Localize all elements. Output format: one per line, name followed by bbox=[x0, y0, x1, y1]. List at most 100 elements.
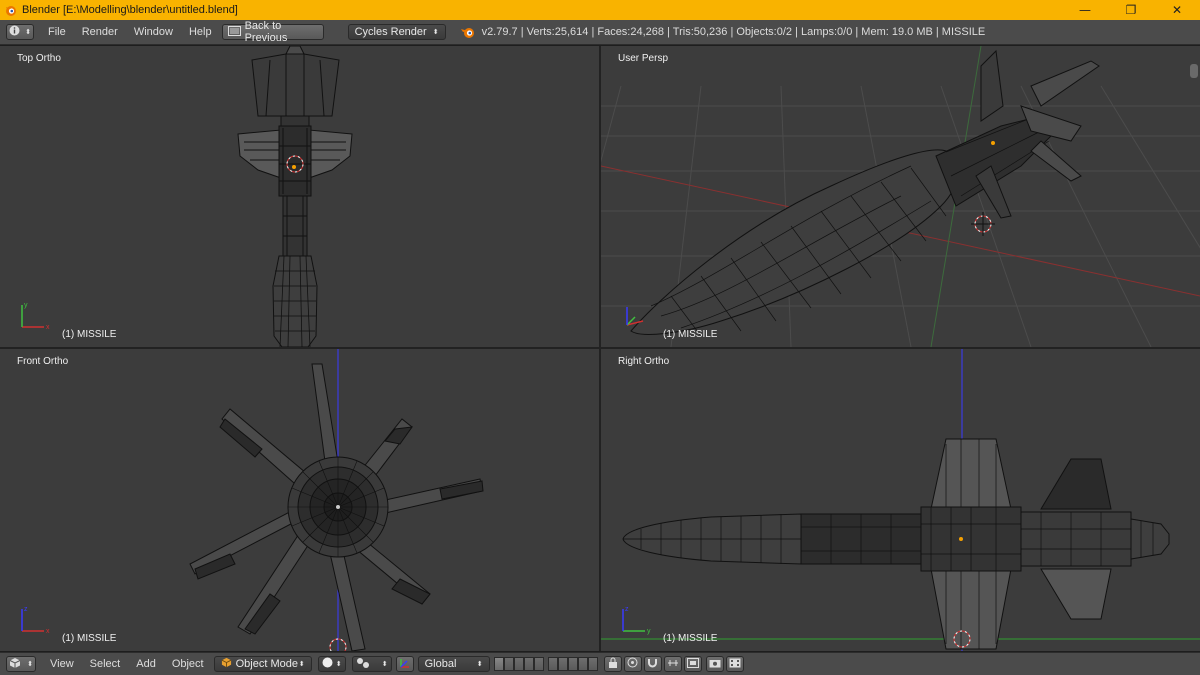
solid-shading-icon bbox=[322, 657, 333, 671]
missile-side-view bbox=[601, 349, 1200, 651]
menu-window[interactable]: Window bbox=[126, 26, 181, 38]
layer-button[interactable] bbox=[577, 657, 588, 671]
viewport-user-persp[interactable]: User Persp (1) MISSILE bbox=[601, 46, 1200, 347]
layer-button[interactable] bbox=[493, 657, 504, 671]
lock-layers-button[interactable] bbox=[603, 656, 622, 672]
window-title-bar: Blender [E:\Modelling\blender\untitled.b… bbox=[0, 0, 1200, 20]
layer-button[interactable] bbox=[567, 657, 578, 671]
close-button[interactable]: ✕ bbox=[1154, 0, 1200, 20]
layer-buttons-group-2[interactable] bbox=[547, 657, 598, 671]
missile-front-view bbox=[189, 349, 484, 651]
viewport-splitter-horizontal[interactable] bbox=[0, 347, 1200, 349]
svg-text:z: z bbox=[625, 606, 629, 613]
viewport-top-ortho[interactable]: Top Ortho x y (1) MISSILE bbox=[0, 46, 599, 347]
menu-select[interactable]: Select bbox=[82, 658, 129, 670]
missile-top-view bbox=[237, 46, 353, 347]
svg-text:y: y bbox=[24, 302, 28, 309]
menu-view[interactable]: View bbox=[42, 658, 82, 670]
layer-buttons-group-1[interactable] bbox=[493, 657, 544, 671]
render-icon bbox=[686, 657, 699, 671]
active-object-label: (1) MISSILE bbox=[62, 633, 117, 644]
transform-orientation-select[interactable]: Global ⬍ bbox=[417, 656, 490, 672]
active-object-label: (1) MISSILE bbox=[663, 329, 718, 340]
blender-logo-icon bbox=[460, 25, 476, 39]
menu-help[interactable]: Help bbox=[181, 26, 220, 38]
chevron-updown-icon: ⬍ bbox=[381, 661, 388, 668]
active-object-label: (1) MISSILE bbox=[62, 329, 117, 340]
magnet-icon bbox=[647, 657, 658, 671]
info-header: ⬍ File Render Window Help Back to Previo… bbox=[0, 20, 1200, 45]
layer-button[interactable] bbox=[533, 657, 544, 671]
active-object-label: (1) MISSILE bbox=[663, 633, 718, 644]
opengl-render-image-button[interactable] bbox=[705, 656, 724, 672]
screen-icon bbox=[227, 25, 241, 39]
layer-button[interactable] bbox=[587, 657, 598, 671]
render-engine-select[interactable]: Cycles Render ⬍ bbox=[347, 24, 446, 40]
chevron-updown-icon: ⬍ bbox=[476, 661, 483, 668]
manipulator-icon bbox=[399, 657, 411, 672]
layer-button[interactable] bbox=[513, 657, 524, 671]
lock-icon bbox=[608, 657, 618, 671]
back-to-previous-label: Back to Previous bbox=[244, 20, 288, 44]
viewport-label: Right Ortho bbox=[618, 356, 670, 367]
layer-button[interactable] bbox=[557, 657, 568, 671]
manipulator-toggle[interactable] bbox=[395, 656, 414, 672]
proportional-edit-button[interactable] bbox=[623, 656, 642, 672]
viewport-right-ortho[interactable]: Right Ortho y z (1) MISSILE bbox=[601, 349, 1200, 651]
svg-text:x: x bbox=[46, 628, 50, 635]
chevron-updown-icon: ⬍ bbox=[335, 661, 342, 668]
missile-perspective-view bbox=[601, 46, 1200, 347]
info-icon bbox=[9, 25, 20, 39]
viewport-area: Top Ortho x y (1) MISSILE User Persp (1)… bbox=[0, 46, 1200, 651]
pivot-icon bbox=[356, 657, 370, 672]
viewport-shading-select[interactable]: ⬍ bbox=[317, 656, 346, 672]
restore-button[interactable]: ❐ bbox=[1108, 0, 1154, 20]
chevron-updown-icon: ⬍ bbox=[298, 661, 305, 668]
chevron-updown-icon: ⬍ bbox=[432, 29, 439, 36]
camera-icon bbox=[709, 658, 721, 671]
mode-value: Object Mode bbox=[235, 658, 298, 670]
view3d-header: ⬍ View Select Add Object Object Mode ⬍ ⬍… bbox=[0, 652, 1200, 675]
chevron-updown-icon: ⬍ bbox=[25, 29, 31, 36]
snap-element-select[interactable] bbox=[663, 656, 682, 672]
editor-type-button[interactable]: ⬍ bbox=[6, 656, 36, 672]
menu-file[interactable]: File bbox=[40, 26, 74, 38]
viewport-label: User Persp bbox=[618, 53, 669, 64]
menu-add[interactable]: Add bbox=[128, 658, 164, 670]
render-engine-value: Cycles Render bbox=[354, 26, 427, 38]
svg-text:y: y bbox=[647, 628, 651, 635]
svg-text:z: z bbox=[24, 606, 28, 613]
svg-text:x: x bbox=[46, 324, 50, 331]
axis-gizmo-icon: x y bbox=[21, 302, 50, 331]
back-to-previous-button[interactable]: Back to Previous bbox=[221, 20, 324, 44]
snap-increment-icon bbox=[667, 658, 679, 671]
axis-gizmo-icon: y z bbox=[622, 606, 651, 635]
window-title: Blender [E:\Modelling\blender\untitled.b… bbox=[22, 4, 238, 16]
viewport-front-ortho[interactable]: Front Ortho x z (1) MISSILE bbox=[0, 349, 599, 651]
scene-stats: v2.79.7 | Verts:25,614 | Faces:24,268 | … bbox=[481, 26, 986, 38]
film-icon bbox=[729, 658, 741, 671]
menu-object[interactable]: Object bbox=[164, 658, 212, 670]
viewport-label: Top Ortho bbox=[17, 53, 61, 64]
blender-logo-icon bbox=[4, 3, 18, 17]
opengl-render-animation-button[interactable] bbox=[725, 656, 744, 672]
viewport-label: Front Ortho bbox=[17, 356, 69, 367]
layer-button[interactable] bbox=[547, 657, 558, 671]
layer-button[interactable] bbox=[503, 657, 514, 671]
editor-type-button[interactable]: ⬍ bbox=[6, 24, 34, 40]
snap-toggle[interactable] bbox=[643, 656, 662, 672]
cube-icon bbox=[9, 657, 21, 672]
proportional-edit-icon bbox=[627, 657, 638, 671]
scroll-handle[interactable] bbox=[1190, 64, 1198, 78]
pivot-point-select[interactable]: ⬍ bbox=[351, 656, 392, 672]
render-preview-button[interactable] bbox=[683, 656, 702, 672]
layer-button[interactable] bbox=[523, 657, 534, 671]
menu-render[interactable]: Render bbox=[74, 26, 126, 38]
chevron-updown-icon: ⬍ bbox=[27, 661, 33, 668]
mode-select[interactable]: Object Mode ⬍ bbox=[213, 656, 312, 672]
minimize-button[interactable]: — bbox=[1062, 0, 1108, 20]
object-mode-icon bbox=[221, 657, 232, 671]
orientation-value: Global bbox=[424, 658, 457, 670]
axis-gizmo-icon bbox=[626, 307, 644, 326]
axis-gizmo-icon: x z bbox=[21, 606, 50, 635]
